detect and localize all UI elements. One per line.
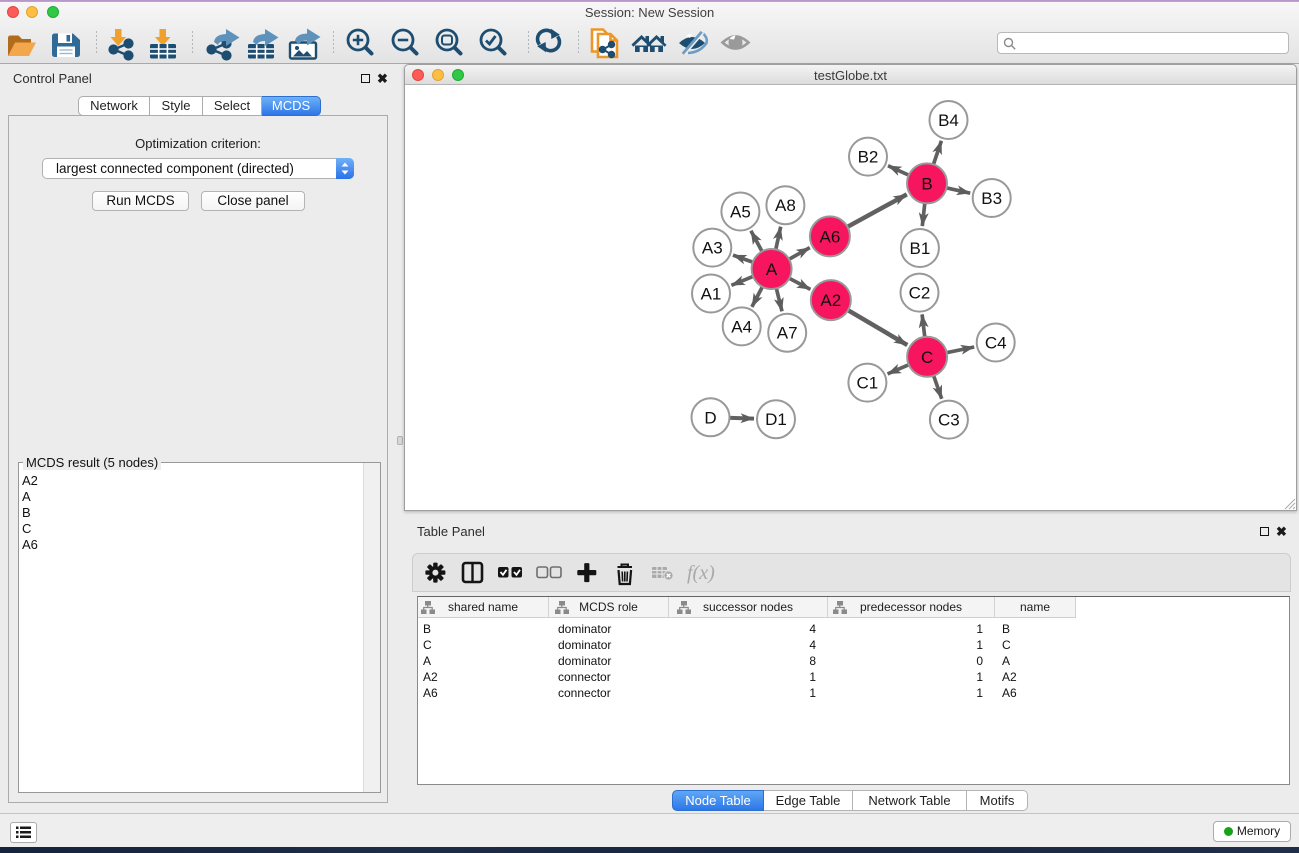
svg-text:A8: A8 (775, 196, 796, 215)
svg-text:B2: B2 (858, 148, 879, 167)
svg-text:A7: A7 (777, 324, 798, 343)
svg-text:A5: A5 (730, 203, 751, 222)
svg-text:A6: A6 (820, 227, 841, 246)
svg-text:A2: A2 (820, 291, 841, 310)
svg-text:A4: A4 (731, 317, 752, 336)
svg-text:A1: A1 (701, 285, 722, 304)
svg-text:D1: D1 (765, 410, 787, 429)
svg-text:f(x): f(x) (687, 562, 715, 584)
svg-text:C: C (921, 348, 933, 367)
svg-text:C2: C2 (909, 284, 931, 303)
svg-text:B: B (921, 174, 932, 193)
svg-text:B1: B1 (910, 239, 931, 258)
svg-text:C4: C4 (985, 334, 1007, 353)
svg-text:B4: B4 (938, 111, 959, 130)
svg-text:D: D (704, 408, 716, 427)
svg-text:A: A (766, 260, 778, 279)
svg-text:C3: C3 (938, 411, 960, 430)
svg-text:C1: C1 (857, 374, 879, 393)
svg-text:B3: B3 (981, 189, 1002, 208)
svg-text:A3: A3 (702, 239, 723, 258)
